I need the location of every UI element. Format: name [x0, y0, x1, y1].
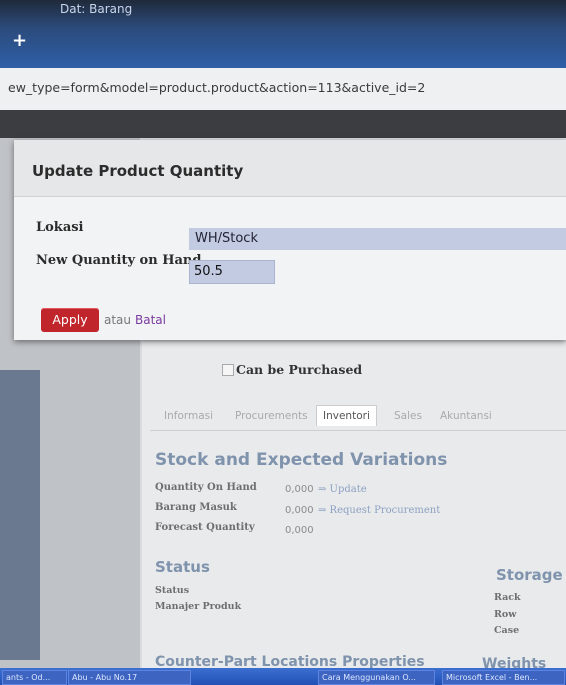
incoming-value: 0,000	[285, 505, 314, 516]
can-be-purchased-label: Can be Purchased	[236, 362, 363, 377]
new-tab-button[interactable]: +	[12, 30, 27, 51]
location-value: WH/Stock	[195, 231, 258, 246]
status-section-title: Status	[155, 558, 210, 576]
product-manager-label: Manajer Produk	[155, 601, 242, 612]
left-sidebar-shadow	[0, 370, 40, 660]
row-label: Row	[494, 609, 517, 620]
incoming-label: Barang Masuk	[155, 502, 237, 513]
case-label: Case	[494, 625, 520, 636]
taskbar-item[interactable]: Cara Menggunakan O...	[318, 670, 435, 685]
tab-inventori[interactable]: Inventori	[316, 405, 377, 426]
dialog-header: Update Product Quantity	[14, 140, 566, 197]
taskbar-item[interactable]: ants - Od...	[2, 670, 67, 685]
qty-on-hand-label: Quantity On Hand	[155, 482, 257, 493]
status-label: Status	[155, 585, 190, 596]
stock-section-title: Stock and Expected Variations	[155, 450, 448, 470]
tab-procurements[interactable]: Procurements	[235, 410, 308, 422]
qty-on-hand-value: 0,000	[285, 484, 314, 495]
app-top-band	[0, 110, 566, 138]
rack-label: Rack	[494, 592, 521, 603]
tab-underline	[150, 430, 566, 431]
tab-informasi[interactable]: Informasi	[164, 410, 213, 422]
can-be-purchased-checkbox[interactable]	[222, 364, 234, 376]
forecast-value: 0,000	[285, 525, 314, 536]
update-quantity-dialog: Update Product Quantity Lokasi WH/Stock …	[14, 140, 566, 340]
or-text: atau	[104, 313, 132, 327]
tab-akuntansi[interactable]: Akuntansi	[440, 410, 492, 422]
tab-sales[interactable]: Sales	[394, 410, 422, 422]
cancel-link[interactable]: Batal	[135, 313, 166, 327]
address-bar[interactable]: ew_type=form&model=product.product&actio…	[0, 68, 566, 110]
new-quantity-value: 50.5	[194, 264, 223, 279]
storage-section-title: Storage L	[496, 566, 566, 584]
dialog-title: Update Product Quantity	[32, 162, 244, 180]
browser-tab-strip: Dat: Barang +	[0, 0, 566, 68]
new-quantity-label: New Quantity on Hand	[36, 253, 202, 268]
apply-button[interactable]: Apply	[41, 308, 99, 332]
browser-tab-label[interactable]: Dat: Barang	[60, 2, 132, 16]
taskbar-item[interactable]: Microsoft Excel - Ben...	[442, 670, 565, 685]
url-text[interactable]: ew_type=form&model=product.product&actio…	[8, 80, 425, 95]
location-label: Lokasi	[36, 220, 84, 235]
update-link[interactable]: ⇒ Update	[318, 484, 367, 495]
forecast-label: Forecast Quantity	[155, 522, 255, 533]
taskbar-item[interactable]: Abu - Abu No.17	[68, 670, 191, 685]
request-procurement-link[interactable]: ⇒ Request Procurement	[318, 505, 440, 516]
windows-taskbar: ants - Od... Abu - Abu No.17 Cara Menggu…	[0, 668, 566, 685]
location-field[interactable]: WH/Stock	[189, 228, 566, 250]
new-quantity-input[interactable]: 50.5	[189, 260, 275, 284]
